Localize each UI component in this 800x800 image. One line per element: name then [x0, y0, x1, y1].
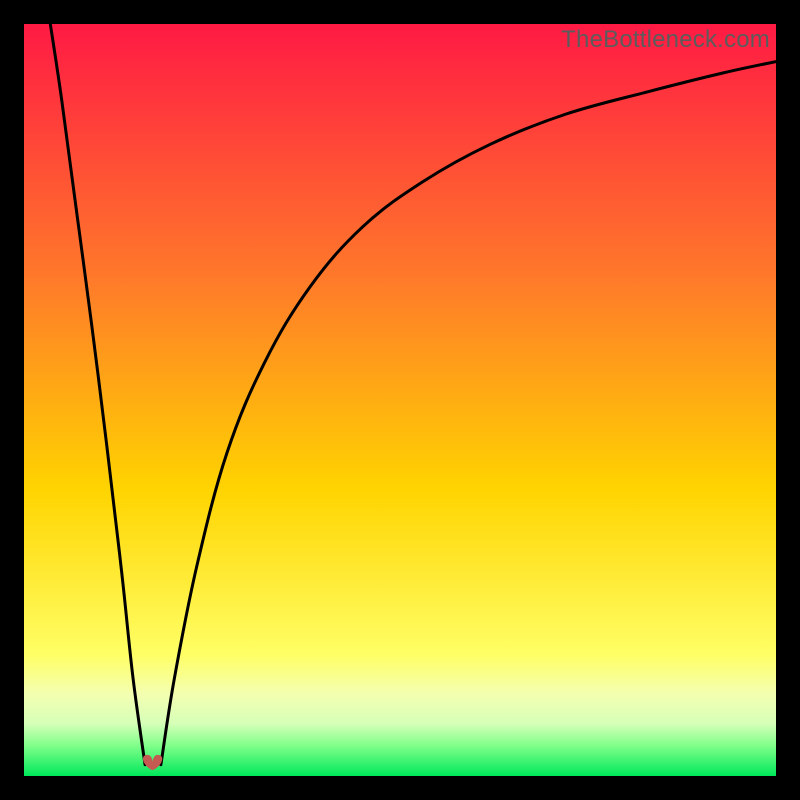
watermark-text: TheBottleneck.com — [561, 26, 770, 54]
bottleneck-chart — [24, 24, 776, 776]
chart-frame: TheBottleneck.com — [24, 24, 776, 776]
gradient-background — [24, 24, 776, 776]
